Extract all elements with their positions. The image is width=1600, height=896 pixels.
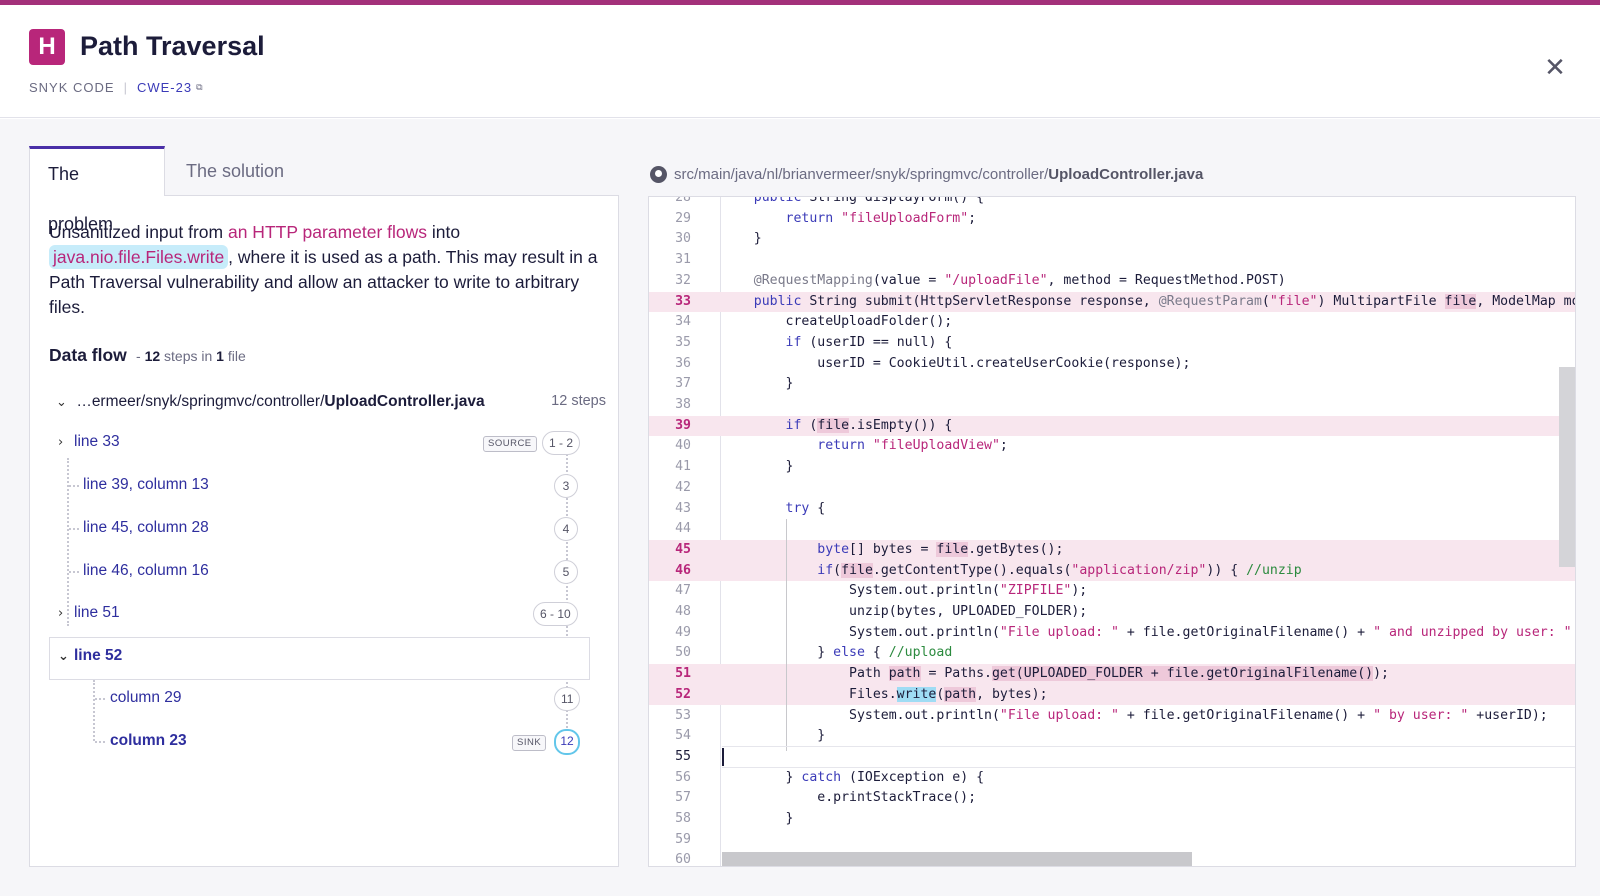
tab-the-problem[interactable]: The problem xyxy=(29,146,165,234)
tab-the-solution[interactable]: The solution xyxy=(168,146,302,196)
code-line-highlighted: 45 byte[] bytes = file.getBytes(); xyxy=(649,539,1575,561)
indent-guide xyxy=(786,519,787,751)
issue-title: Path Traversal xyxy=(80,31,265,61)
steps-count: 12 xyxy=(144,348,161,364)
summary-text: steps in xyxy=(160,348,217,364)
files-count: 1 xyxy=(216,348,224,364)
selected-step-row[interactable] xyxy=(49,637,590,680)
file-path-prefix: src/main/java/nl/brianvermeer/snyk/sprin… xyxy=(674,166,1049,183)
code-line-highlighted: 39 if (file.isEmpty()) { xyxy=(649,415,1575,437)
code-line-highlighted: 46 if(file.getContentType().equals("appl… xyxy=(649,560,1575,582)
step-column-23[interactable]: column 23 xyxy=(110,732,187,750)
source-label: SNYK CODE xyxy=(29,80,115,95)
code-line-highlighted: 33 public String submit(HttpServletRespo… xyxy=(649,291,1575,313)
issue-header: H Path Traversal SNYK CODE | CWE-23 ⧉ ✕ xyxy=(0,5,1600,118)
code-line: 36 userID = CookieUtil.createUserCookie(… xyxy=(675,355,1191,371)
code-line: 57 e.printStackTrace(); xyxy=(675,790,977,806)
step-label: line 51 xyxy=(74,604,120,621)
file-steps-count: 12 steps xyxy=(551,393,606,409)
problem-panel: Unsanitized input from an HTTP parameter… xyxy=(29,195,619,867)
code-line: 32 @RequestMapping(value = "/uploadFile"… xyxy=(675,272,1286,288)
step-line-33[interactable]: › line 33 xyxy=(58,433,120,451)
chevron-down-icon[interactable]: ⌄ xyxy=(56,395,72,410)
file-name: UploadController.java xyxy=(324,393,485,410)
code-line: 47 System.out.println("ZIPFILE"); xyxy=(675,583,1088,599)
step-badge: 3 xyxy=(554,474,578,498)
step-label: line 33 xyxy=(74,433,120,450)
step-line-45[interactable]: line 45, column 28 xyxy=(83,519,209,537)
code-line: 30 } xyxy=(675,231,762,247)
file-path-prefix: …ermeer/snyk/springmvc/controller/ xyxy=(76,393,325,410)
file-path-bar: src/main/java/nl/brianvermeer/snyk/sprin… xyxy=(650,166,1203,183)
code-line: 40 return "fileUploadView"; xyxy=(675,438,1008,454)
current-line-outline xyxy=(722,746,1575,768)
code-line: 48 unzip(bytes, UPLOADED_FOLDER); xyxy=(675,604,1088,619)
step-column-29[interactable]: column 29 xyxy=(110,689,182,707)
code-line: 38 xyxy=(675,397,691,412)
cwe-link[interactable]: CWE-23 xyxy=(137,80,192,95)
data-flow-file-row[interactable]: ⌄ …ermeer/snyk/springmvc/controller/Uplo… xyxy=(56,393,606,411)
horizontal-scrollbar[interactable] xyxy=(722,852,1192,866)
tree-line xyxy=(93,680,95,741)
code-line-highlighted: 51 Path path = Paths.get(UPLOADED_FOLDER… xyxy=(649,664,1575,685)
step-line-52[interactable]: ⌄ line 52 xyxy=(58,647,122,665)
code-line: 43 try { xyxy=(675,500,826,516)
code-viewer[interactable]: 28 public String displayForm() { 29 retu… xyxy=(648,196,1576,867)
issue-meta: SNYK CODE | CWE-23 ⧉ xyxy=(29,80,204,95)
chevron-right-icon[interactable]: › xyxy=(58,606,74,621)
code-line: 31 xyxy=(675,252,691,268)
code-line: 58 } xyxy=(675,811,794,826)
step-badge: 5 xyxy=(554,560,578,584)
tree-line xyxy=(95,698,105,700)
chevron-down-icon[interactable]: ⌄ xyxy=(58,649,74,664)
github-icon xyxy=(650,166,667,183)
code-line: 37 } xyxy=(675,376,794,392)
source-link[interactable]: an HTTP parameter flows xyxy=(228,222,427,242)
code-line: 29 return "fileUploadForm"; xyxy=(675,210,977,226)
source-tag: SOURCE xyxy=(483,436,537,452)
summary-text: file xyxy=(223,348,246,364)
step-line-51[interactable]: › line 51 xyxy=(58,604,120,622)
vertical-scrollbar[interactable] xyxy=(1559,367,1575,567)
step-badge: 11 xyxy=(554,687,581,711)
step-line-39[interactable]: line 39, column 13 xyxy=(83,476,209,494)
step-label: line 52 xyxy=(74,647,123,664)
step-badge: 6 - 10 xyxy=(533,602,578,626)
step-badge-selected: 12 xyxy=(554,729,580,755)
tree-line xyxy=(69,571,79,573)
tree-line xyxy=(67,458,69,626)
description-text: into xyxy=(427,222,461,242)
meta-divider: | xyxy=(123,80,128,95)
code-line: 34 createUploadFolder(); xyxy=(675,314,953,330)
code-line: 59 xyxy=(675,831,691,847)
close-button[interactable]: ✕ xyxy=(1541,54,1569,82)
code-line: 28 public String displayForm() { xyxy=(675,196,985,205)
code-line: 41 } xyxy=(675,459,794,475)
step-badge: 1 - 2 xyxy=(542,431,581,455)
code-line: 53 System.out.println("File upload: " + … xyxy=(675,707,1548,723)
code-line: 56 } catch (IOException e) { xyxy=(675,769,985,785)
code-line: 50 } else { //upload xyxy=(675,645,953,661)
chevron-right-icon[interactable]: › xyxy=(58,435,74,450)
severity-badge: H xyxy=(29,29,65,65)
step-line-46[interactable]: line 46, column 16 xyxy=(83,562,209,580)
data-flow-heading: Data flow xyxy=(49,345,127,365)
tree-line xyxy=(95,741,105,743)
text-caret xyxy=(722,748,724,766)
code-line-highlighted: 52 Files.write(path, bytes); xyxy=(649,684,1575,706)
tree-line xyxy=(69,485,79,487)
problem-description: Unsanitized input from an HTTP parameter… xyxy=(49,220,609,320)
data-flow-summary: - 12 steps in 1 file xyxy=(136,348,246,364)
code-line: 35 if (userID == null) { xyxy=(675,334,953,350)
summary-text: - xyxy=(136,348,145,364)
code-line: 44 xyxy=(675,521,691,537)
code-line: 54 } xyxy=(675,728,826,744)
code-line: 42 xyxy=(675,479,691,495)
external-link-icon[interactable]: ⧉ xyxy=(196,82,203,93)
step-badge: 4 xyxy=(554,517,578,541)
code-line: 49 System.out.println("File upload: " + … xyxy=(675,624,1572,640)
file-path-name: UploadController.java xyxy=(1048,166,1204,183)
tree-line xyxy=(69,528,79,530)
sink-tag: SINK xyxy=(512,735,547,751)
